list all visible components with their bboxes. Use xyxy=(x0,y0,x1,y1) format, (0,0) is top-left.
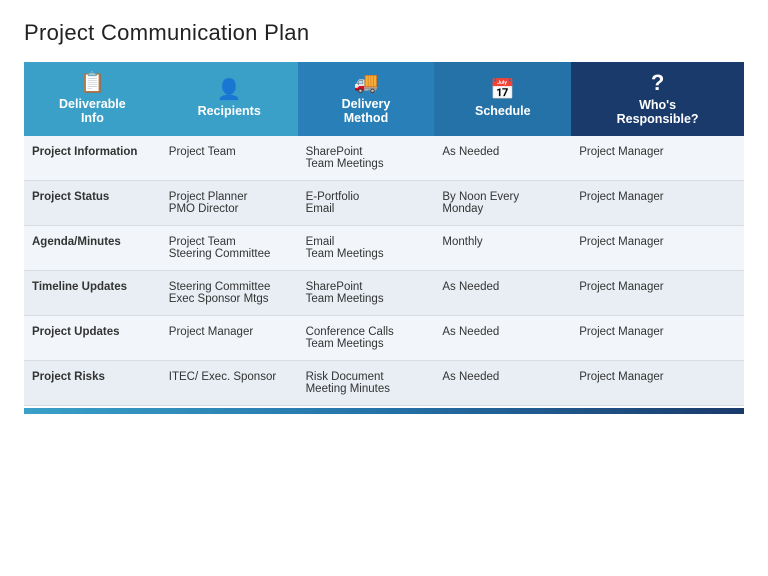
table-row: Project RisksITEC/ Exec. SponsorRisk Doc… xyxy=(24,361,744,406)
table-body: Project InformationProject TeamSharePoin… xyxy=(24,136,744,406)
cell-responsible: Project Manager xyxy=(571,361,744,406)
table-header-row: 📋 DeliverableInfo 👤 Recipients 🚚 Deliver… xyxy=(24,62,744,136)
cell-deliverable: Project Risks xyxy=(24,361,161,406)
schedule-icon: 📅 xyxy=(442,80,563,100)
cell-deliverable: Agenda/Minutes xyxy=(24,226,161,271)
cell-delivery: E-PortfolioEmail xyxy=(298,181,435,226)
cell-recipients: Project Team xyxy=(161,136,298,181)
header-deliverable: 📋 DeliverableInfo xyxy=(24,62,161,136)
cell-responsible: Project Manager xyxy=(571,316,744,361)
cell-recipients: Project TeamSteering Committee xyxy=(161,226,298,271)
communication-table: 📋 DeliverableInfo 👤 Recipients 🚚 Deliver… xyxy=(24,62,744,406)
cell-deliverable: Project Status xyxy=(24,181,161,226)
table-row: Project StatusProject PlannerPMO Directo… xyxy=(24,181,744,226)
table-row: Timeline UpdatesSteering CommitteeExec S… xyxy=(24,271,744,316)
cell-schedule: As Needed xyxy=(434,136,571,181)
cell-schedule: Monthly xyxy=(434,226,571,271)
cell-deliverable: Project Information xyxy=(24,136,161,181)
responsible-icon: ? xyxy=(579,72,736,94)
cell-schedule: By Noon EveryMonday xyxy=(434,181,571,226)
cell-delivery: Conference CallsTeam Meetings xyxy=(298,316,435,361)
header-delivery: 🚚 DeliveryMethod xyxy=(298,62,435,136)
cell-delivery: SharePointTeam Meetings xyxy=(298,271,435,316)
cell-deliverable: Project Updates xyxy=(24,316,161,361)
cell-schedule: As Needed xyxy=(434,316,571,361)
table-row: Project UpdatesProject ManagerConference… xyxy=(24,316,744,361)
cell-responsible: Project Manager xyxy=(571,181,744,226)
header-responsible: ? Who'sResponsible? xyxy=(571,62,744,136)
cell-delivery: Risk DocumentMeeting Minutes xyxy=(298,361,435,406)
deliverable-icon: 📋 xyxy=(32,73,153,93)
cell-schedule: As Needed xyxy=(434,361,571,406)
header-schedule: 📅 Schedule xyxy=(434,62,571,136)
cell-recipients: Project PlannerPMO Director xyxy=(161,181,298,226)
cell-delivery: SharePointTeam Meetings xyxy=(298,136,435,181)
header-recipients: 👤 Recipients xyxy=(161,62,298,136)
cell-recipients: Steering CommitteeExec Sponsor Mtgs xyxy=(161,271,298,316)
cell-recipients: ITEC/ Exec. Sponsor xyxy=(161,361,298,406)
bottom-bar xyxy=(24,408,744,414)
cell-recipients: Project Manager xyxy=(161,316,298,361)
delivery-icon: 🚚 xyxy=(306,73,427,93)
cell-responsible: Project Manager xyxy=(571,136,744,181)
recipients-icon: 👤 xyxy=(169,80,290,100)
cell-delivery: EmailTeam Meetings xyxy=(298,226,435,271)
table-row: Agenda/MinutesProject TeamSteering Commi… xyxy=(24,226,744,271)
cell-schedule: As Needed xyxy=(434,271,571,316)
cell-responsible: Project Manager xyxy=(571,226,744,271)
page-title: Project Communication Plan xyxy=(24,20,744,46)
table-row: Project InformationProject TeamSharePoin… xyxy=(24,136,744,181)
cell-responsible: Project Manager xyxy=(571,271,744,316)
cell-deliverable: Timeline Updates xyxy=(24,271,161,316)
